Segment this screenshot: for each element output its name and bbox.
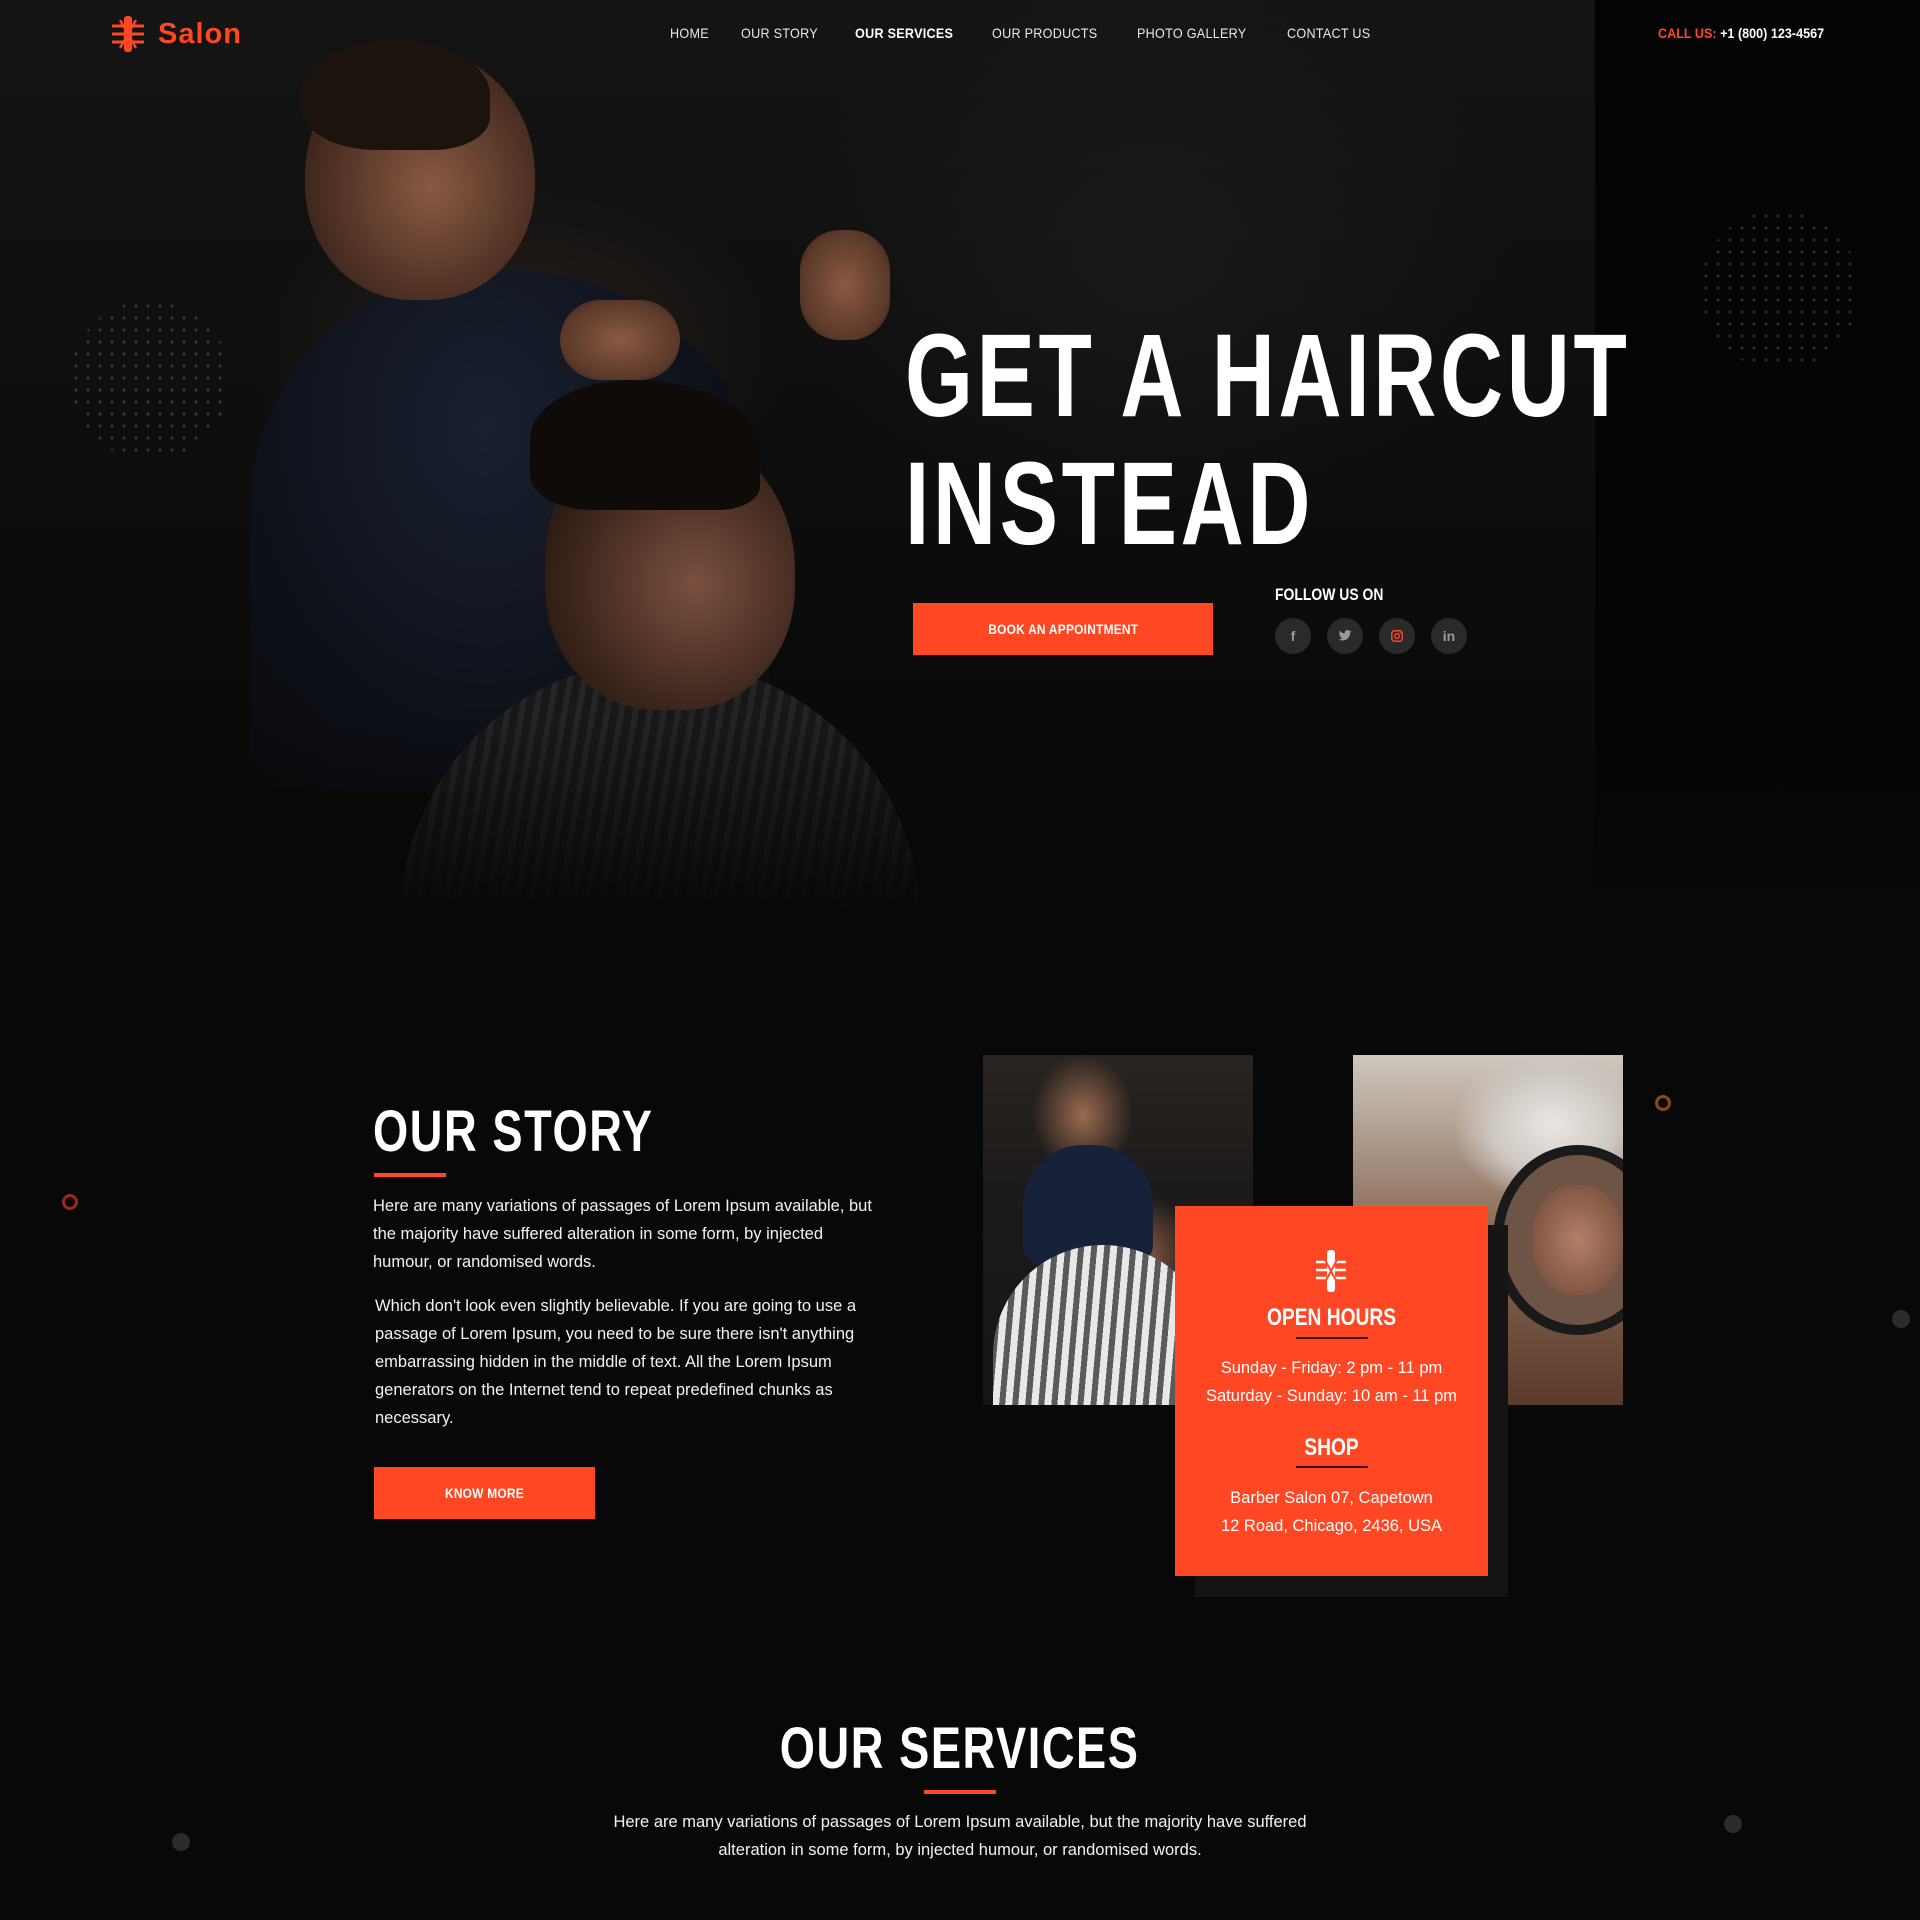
shop-address-line2: 12 Road, Chicago, 2436, USA	[1220, 1517, 1443, 1535]
nav-our-products[interactable]: OUR PRODUCTS	[992, 25, 1097, 41]
open-hours-card: OPEN HOURS Sunday - Friday: 2 pm - 11 pm…	[1175, 1206, 1488, 1576]
hero-title-line2: INSTEAD	[905, 438, 1315, 570]
decor-ring	[62, 1194, 78, 1210]
know-more-button[interactable]: KNOW MORE	[374, 1467, 595, 1519]
story-title-underline	[374, 1173, 446, 1177]
hero-section: Salon HOME OUR STORY OUR SERVICES OUR PR…	[0, 0, 1920, 920]
decor-dot	[172, 1833, 190, 1851]
story-title: OUR STORY	[373, 1099, 654, 1164]
nav-our-story[interactable]: OUR STORY	[741, 25, 818, 41]
story-paragraph-2: Which don't look even slightly believabl…	[375, 1297, 857, 1427]
facebook-icon[interactable]: f	[1275, 618, 1311, 654]
hero-fade	[0, 720, 1920, 920]
services-title-underline	[924, 1790, 996, 1794]
logo-text: Salon	[158, 17, 242, 50]
dot-pattern	[70, 300, 230, 460]
logo[interactable]: Salon	[108, 14, 242, 54]
nav-our-services[interactable]: OUR SERVICES	[855, 25, 953, 41]
call-us-number: +1 (800) 123-4567	[1720, 25, 1825, 41]
open-hours-underline	[1296, 1337, 1368, 1339]
story-paragraph-1: Here are many variations of passages of …	[373, 1197, 872, 1271]
nav-photo-gallery[interactable]: PHOTO GALLERY	[1137, 25, 1246, 41]
follow-us-label: FOLLOW US ON	[1275, 585, 1384, 604]
open-hours-weekend: Saturday - Sunday: 10 am - 11 pm	[1206, 1387, 1457, 1405]
decor-dot	[1892, 1310, 1910, 1328]
dot-pattern	[1700, 210, 1860, 370]
open-hours-title: OPEN HOURS	[1266, 1304, 1397, 1331]
photo-client-face	[1533, 1185, 1623, 1295]
instagram-icon[interactable]	[1379, 618, 1415, 654]
linkedin-icon[interactable]: in	[1431, 618, 1467, 654]
social-links: f in	[1275, 618, 1467, 654]
twitter-icon[interactable]	[1327, 618, 1363, 654]
services-paragraph: Here are many variations of passages of …	[613, 1813, 1307, 1859]
services-title-text: OUR SERVICES	[780, 1716, 1140, 1781]
barber-hand	[560, 300, 680, 380]
services-title: OUR SERVICES	[0, 1715, 1920, 1782]
nav-contact-us[interactable]: CONTACT US	[1287, 25, 1370, 41]
decor-dot	[1724, 1815, 1742, 1833]
hero-title-line1: GET A HAIRCUT	[905, 310, 1631, 442]
main-nav: HOME OUR STORY OUR SERVICES OUR PRODUCTS…	[670, 25, 1407, 41]
barber-hair	[300, 40, 490, 150]
barber-pole-icon	[1316, 1250, 1346, 1292]
call-us[interactable]: CALL US: +1 (800) 123-4567	[1658, 25, 1824, 41]
know-more-label: KNOW MORE	[445, 1485, 524, 1501]
decor-ring	[1655, 1095, 1671, 1111]
hero-title: GET A HAIRCUT INSTEAD	[905, 312, 1631, 568]
twitter-bird-icon	[1338, 630, 1352, 641]
book-appointment-button[interactable]: BOOK AN APPOINTMENT	[913, 603, 1213, 655]
nav-home[interactable]: HOME	[670, 25, 709, 41]
shop-address-line1: Barber Salon 07, Capetown	[1230, 1489, 1433, 1507]
instagram-glyph-icon	[1391, 630, 1403, 642]
barber-pole-icon	[112, 16, 144, 52]
call-us-label: CALL US:	[1658, 25, 1717, 41]
book-appointment-label: BOOK AN APPOINTMENT	[987, 621, 1139, 637]
open-hours-weekday: Sunday - Friday: 2 pm - 11 pm	[1220, 1359, 1443, 1377]
barber-hand-scissors	[800, 230, 890, 340]
shop-underline	[1296, 1466, 1368, 1468]
shop-title: SHOP	[1304, 1434, 1359, 1461]
